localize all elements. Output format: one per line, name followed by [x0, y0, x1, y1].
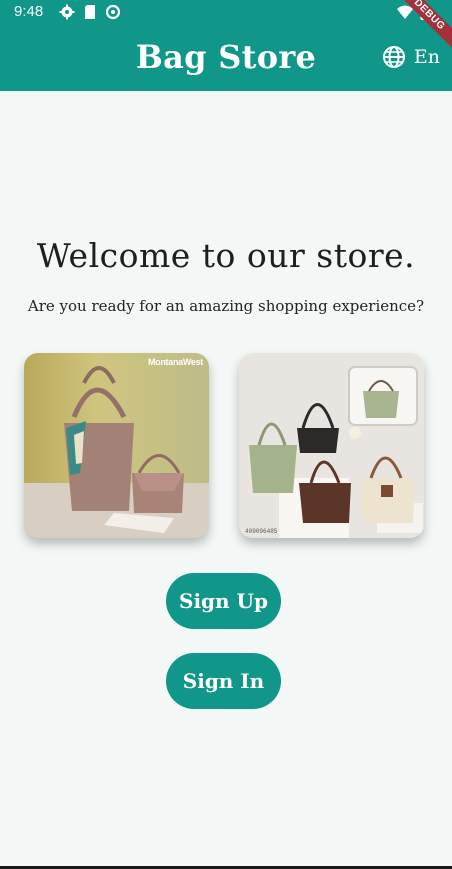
app-bar: Bag Store En [0, 24, 452, 91]
status-time: 9:48 [14, 3, 44, 20]
welcome-title: Welcome to our store. [36, 236, 416, 275]
language-switch[interactable]: En [382, 45, 440, 69]
welcome-subtitle: Are you ready for an amazing shopping ex… [27, 297, 425, 315]
product-image-tote-with-scarf: MontanaWest [24, 353, 209, 538]
sign-up-button[interactable]: Sign Up [166, 573, 281, 629]
globe-icon [382, 46, 405, 68]
product-image-bag-collection: 409096485 [239, 353, 424, 538]
image-watermark: MontanaWest [147, 357, 203, 367]
status-icons-left [59, 4, 121, 20]
language-label: En [413, 46, 440, 68]
sign-in-button[interactable]: Sign In [166, 653, 281, 709]
gear-icon [59, 4, 75, 20]
status-bar: 9:48 [0, 0, 452, 24]
data-saver-icon [105, 4, 121, 20]
sim-card-icon [85, 5, 95, 19]
image-corner-code: 409096485 [245, 528, 278, 535]
